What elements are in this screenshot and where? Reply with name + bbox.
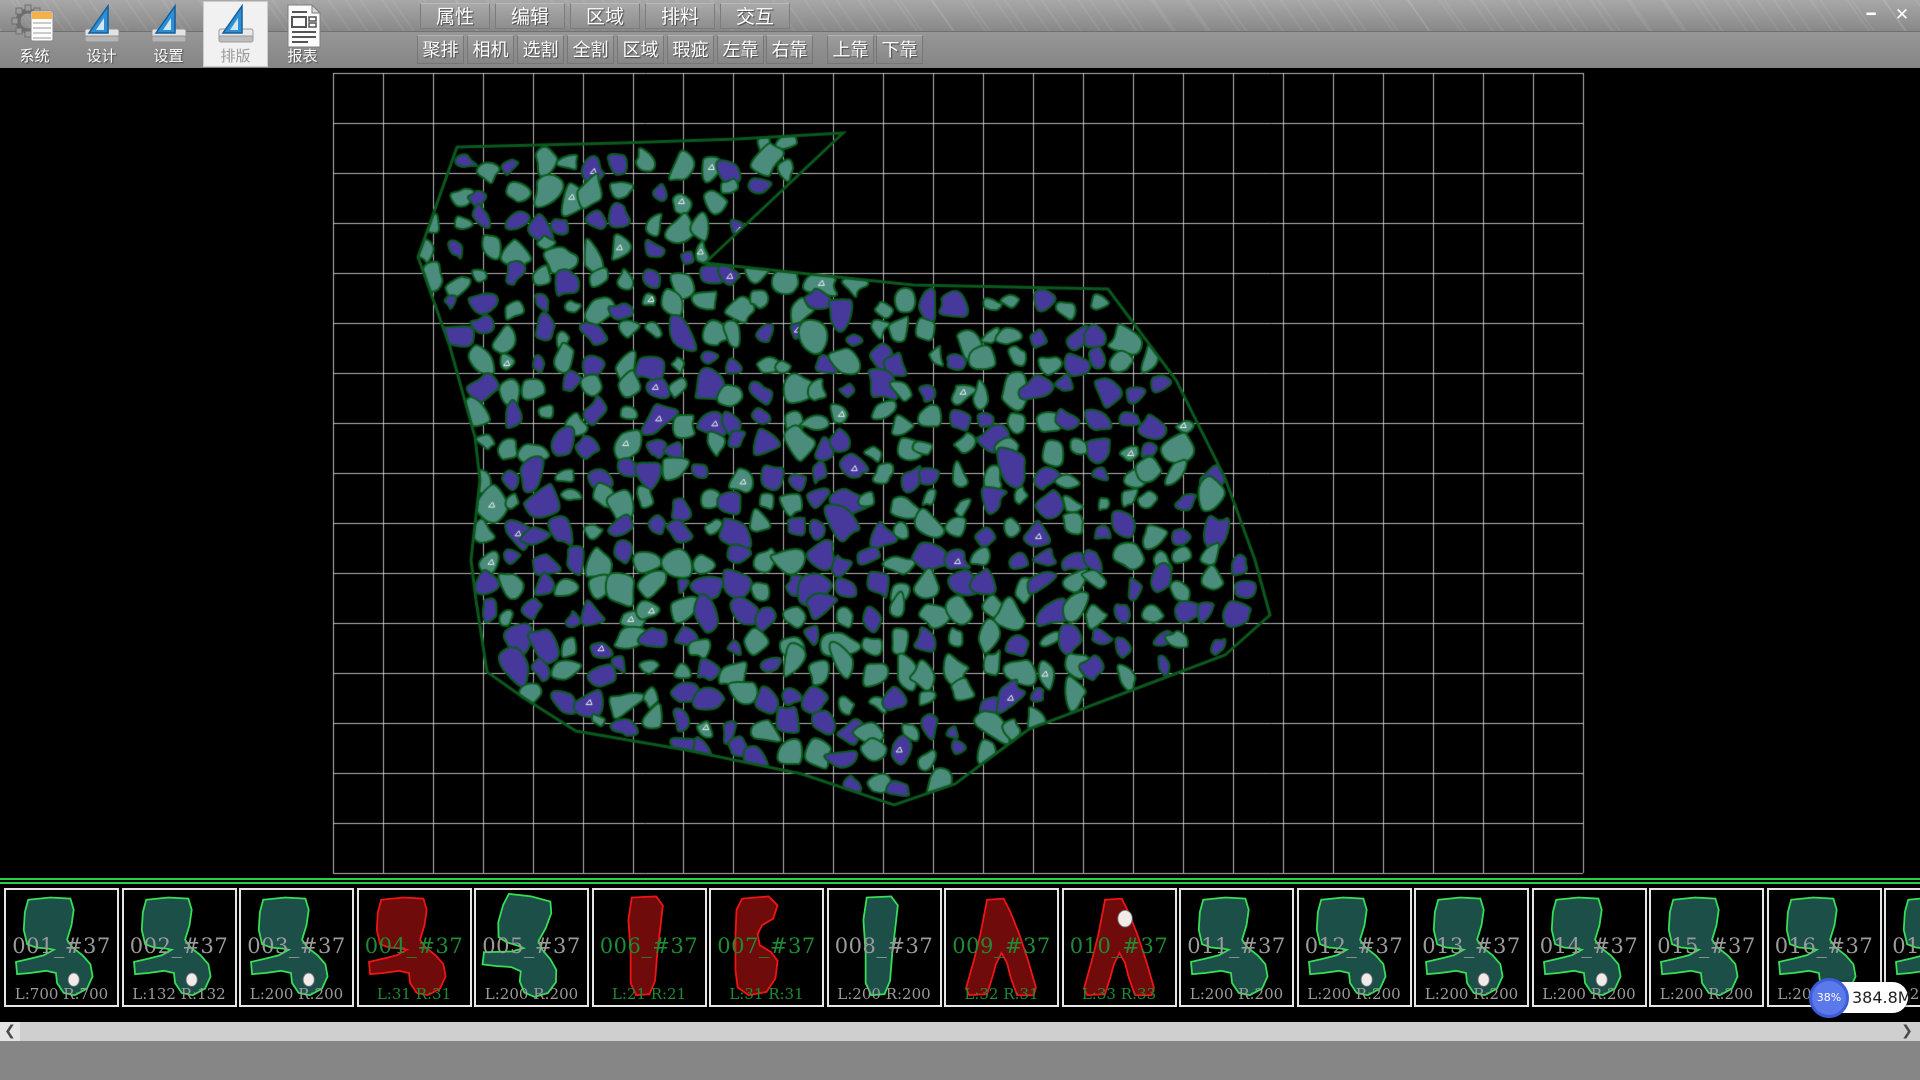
piece-lr-count: L:200 R:200 — [476, 985, 587, 1003]
app-btn-system[interactable]: 系统 — [2, 1, 67, 67]
application-window: { "window": {"minimize_glyph":"━", "clos… — [0, 0, 1920, 1080]
piece-lr-count: L:32 R:31 — [946, 985, 1057, 1003]
app-icon-toolbar: 系统 设计 设置 — [0, 0, 338, 68]
tool-camera[interactable]: 相机 — [467, 35, 514, 64]
scroll-left-button[interactable]: ❮ — [0, 1022, 20, 1041]
piece-lr-count: L:21 R:21 — [594, 985, 705, 1003]
piece-thumbnail[interactable]: 006_#37 L:21 R:21 — [592, 888, 707, 1007]
piece-thumbnail-strip: 001_#37L:700 R:700002_#37L:132 R:132003_… — [0, 886, 1920, 1010]
tool-defect[interactable]: 瑕疵 — [667, 35, 714, 64]
app-btn-settings[interactable]: 设置 — [136, 1, 201, 67]
piece-id: 004_#37 — [359, 934, 470, 958]
close-button[interactable]: ✕ — [1889, 5, 1915, 25]
app-btn-label: 系统 — [2, 45, 67, 66]
strip-separator-line — [0, 878, 1920, 880]
tool-snap-up[interactable]: 上靠 — [827, 35, 874, 64]
piece-id: 011_#37 — [1181, 934, 1292, 958]
piece-id: 001_#37 — [6, 934, 117, 958]
piece-thumbnail[interactable]: 015_#37 L:200 R:200 — [1649, 888, 1764, 1007]
piece-thumbnail[interactable]: 001_#37 L:700 R:700 — [4, 888, 119, 1007]
piece-lr-count: L:200 R:200 — [1181, 985, 1292, 1003]
horizontal-scrollbar[interactable]: ❮ ❯ — [0, 1022, 1920, 1041]
tool-select-cut[interactable]: 选割 — [517, 35, 564, 64]
piece-lr-count: L:31 R:31 — [359, 985, 470, 1003]
app-btn-label: 排版 — [203, 45, 268, 66]
app-btn-label: 设计 — [69, 45, 134, 66]
app-btn-report[interactable]: 报表 — [270, 1, 335, 67]
memory-value: 384.8M — [1852, 982, 1904, 1013]
piece-hole — [1117, 910, 1131, 927]
piece-id: 009_#37 — [946, 934, 1057, 958]
piece-id: 006_#37 — [594, 934, 705, 958]
piece-id: 012_#37 — [1299, 934, 1410, 958]
piece-thumbnail[interactable]: 013_#37 L:200 R:200 — [1414, 888, 1529, 1007]
tool-snap-left[interactable]: 左靠 — [717, 35, 764, 64]
piece-id: 016_#37 — [1769, 934, 1880, 958]
piece-lr-count: L:200 R:200 — [241, 985, 352, 1003]
piece-lr-count: L:200 R:200 — [1651, 985, 1762, 1003]
piece-id: 013_#37 — [1416, 934, 1527, 958]
status-bar — [0, 1041, 1920, 1080]
piece-id: 010_#37 — [1064, 934, 1175, 958]
progress-indicator: 38% — [1809, 978, 1849, 1018]
tool-cluster-nest[interactable]: 聚排 — [417, 35, 464, 64]
menu-edit[interactable]: 编辑 — [495, 3, 565, 29]
piece-lr-count: L:200 R:200 — [1534, 985, 1645, 1003]
piece-id: 014_#37 — [1534, 934, 1645, 958]
scroll-right-button[interactable]: ❯ — [1896, 1022, 1918, 1041]
menu-interact[interactable]: 交互 — [720, 3, 790, 29]
tool-snap-right[interactable]: 右靠 — [766, 35, 813, 64]
piece-id: 007_#37 — [711, 934, 822, 958]
app-btn-label: 报表 — [270, 45, 335, 66]
piece-thumbnail[interactable]: 009_#37 L:32 R:31 — [944, 888, 1059, 1007]
piece-thumbnail[interactable]: 002_#37 L:132 R:132 — [122, 888, 237, 1007]
memory-badge: 38% 384.8M — [1814, 982, 1908, 1013]
piece-thumbnail[interactable]: 007_#37 L:31 R:31 — [709, 888, 824, 1007]
app-btn-nesting[interactable]: 排版 — [203, 1, 268, 67]
piece-lr-count: L:200 R:200 — [1299, 985, 1410, 1003]
nesting-canvas[interactable] — [0, 68, 1920, 878]
piece-lr-count: L:700 R:700 — [6, 985, 117, 1003]
piece-lr-count: L:200 R:200 — [1416, 985, 1527, 1003]
piece-id: 008_#37 — [829, 934, 940, 958]
menu-nesting[interactable]: 排料 — [645, 3, 715, 29]
piece-id: 015_#37 — [1651, 934, 1762, 958]
piece-thumbnail[interactable]: 012_#37 L:200 R:200 — [1297, 888, 1412, 1007]
minimize-button[interactable]: ━ — [1859, 5, 1883, 25]
piece-thumbnail[interactable]: 011_#37 L:200 R:200 — [1179, 888, 1294, 1007]
piece-lr-count: L:200 R:200 — [829, 985, 940, 1003]
piece-id: 003_#37 — [241, 934, 352, 958]
tool-region[interactable]: 区域 — [617, 35, 664, 64]
piece-thumbnail[interactable]: 008_#37 L:200 R:200 — [827, 888, 942, 1007]
strip-separator-line — [0, 882, 1920, 884]
app-btn-label: 设置 — [136, 45, 201, 66]
piece-thumbnail[interactable]: 005_#37 L:200 R:200 — [474, 888, 589, 1007]
piece-id: 002_#37 — [124, 934, 235, 958]
tool-cut-all[interactable]: 全割 — [567, 35, 614, 64]
piece-thumbnail[interactable]: 004_#37 L:31 R:31 — [357, 888, 472, 1007]
piece-thumbnail[interactable]: 010_#37 L:33 R:33 — [1062, 888, 1177, 1007]
piece-id: 017_#37 — [1886, 934, 1920, 958]
piece-lr-count: L:132 R:132 — [124, 985, 235, 1003]
piece-thumbnail[interactable]: 003_#37 L:200 R:200 — [239, 888, 354, 1007]
menu-region[interactable]: 区域 — [570, 3, 640, 29]
piece-id: 005_#37 — [476, 934, 587, 958]
piece-lr-count: L:33 R:33 — [1064, 985, 1175, 1003]
piece-lr-count: L:31 R:31 — [711, 985, 822, 1003]
app-btn-design[interactable]: 设计 — [69, 1, 134, 67]
menu-properties[interactable]: 属性 — [420, 3, 490, 29]
tool-snap-down[interactable]: 下靠 — [876, 35, 923, 64]
piece-thumbnail[interactable]: 014_#37 L:200 R:200 — [1532, 888, 1647, 1007]
